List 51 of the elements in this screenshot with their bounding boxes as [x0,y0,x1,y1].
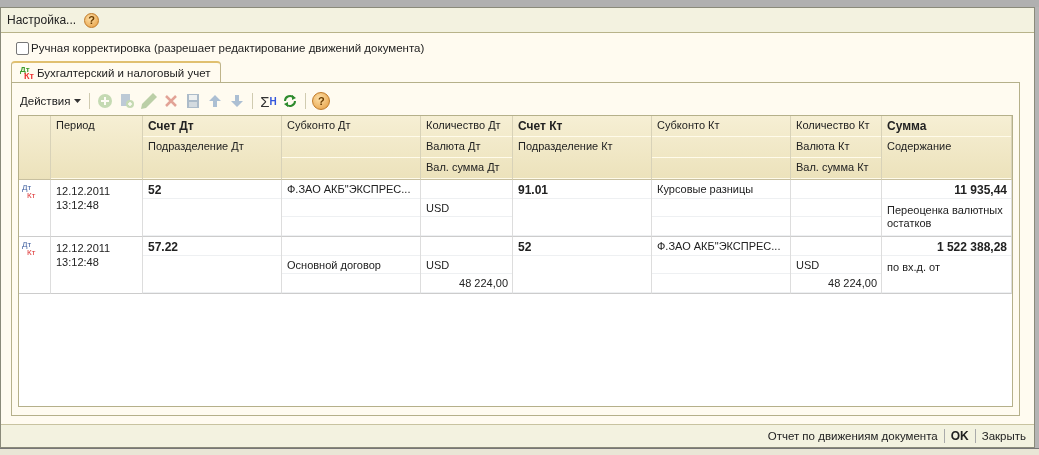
table-cell: Курсовые разницы [657,183,754,195]
currency-cell: USD [796,258,820,271]
table-cell: Основной договор [287,258,381,271]
time-text: 13:12:48 [56,255,100,269]
help-button[interactable]: ? [84,12,100,28]
column-header: Валюта Кт [796,140,850,152]
account-cell: 91.01 [518,183,549,197]
debit-credit-icon: Дт Кт [22,184,36,200]
date-text: 12.12.2011 [56,241,112,255]
currency-cell: USD [426,201,450,214]
checkbox[interactable] [16,41,29,55]
row-icon-cell[interactable]: Дт Кт [19,180,51,237]
column-header: Вал. сумма Дт [426,161,500,173]
description-cell: по вх.д. от [887,260,940,273]
amount-cell: 11 935,44 [954,183,1007,197]
column-header: Количество Дт [426,119,501,131]
amount-cell: 1 522 388,28 [936,240,1007,254]
amount-cell: 48 224,00 [828,277,877,290]
footer-button[interactable]: Отчет по движениям документа [767,430,938,442]
currency-cell: USD [426,258,450,271]
date-text: 12.12.2011 [56,184,112,198]
column-header: Период [56,119,95,131]
column-header: Количество Кт [796,119,870,131]
column-header: Вал. сумма Кт [796,161,869,173]
menu-item[interactable]: Настройка... [7,13,77,27]
account-cell: 52 [518,240,532,254]
table-cell: Ф.ЗАО АКБ"ЭКСПРЕС... [657,240,781,252]
column-header: Валюта Дт [426,140,481,152]
column-header: Счет Дт [148,119,194,133]
column-header: Подразделение Дт [148,140,244,152]
footer-button[interactable]: Закрыть [981,430,1026,442]
help-button[interactable]: ? [312,92,331,110]
column-header: Субконто Дт [287,119,351,131]
time-text: 13:12:48 [56,198,100,212]
debit-credit-icon: Дт Кт [22,241,36,257]
column-header: Сумма [887,119,927,133]
column-header: Подразделение Кт [518,140,613,152]
account-cell: 57.22 [148,240,179,254]
column-header: Счет Кт [518,119,563,133]
amount-cell: 48 224,00 [459,277,508,290]
checkbox-label: Ручная корректировка (разрешает редактирование движений документа) [31,42,425,54]
actions-menu-button[interactable]: Действия [18,95,84,107]
column-header: Содержание [887,140,952,152]
ok-button[interactable]: OK [950,429,969,443]
row-icon-cell[interactable]: Дт Кт [19,237,51,294]
table-cell: Ф.ЗАО АКБ"ЭКСПРЕС... [287,183,411,195]
description-cell: Переоценка валютных остатков [887,203,1003,229]
debit-credit-icon: Дт Кт [20,65,34,80]
caret-icon [74,99,82,103]
column-header: Субконто Кт [657,119,720,131]
account-cell: 52 [148,183,162,197]
